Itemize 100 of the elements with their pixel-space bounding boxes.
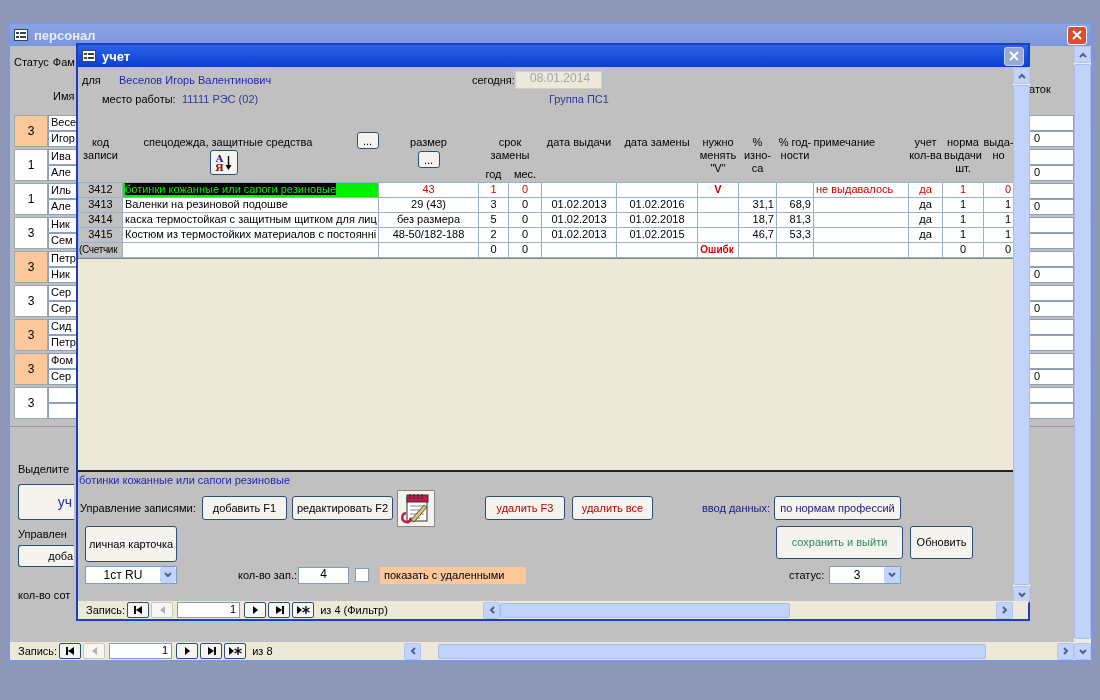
column-header: нужно менять "V" xyxy=(699,136,737,174)
record-count: из 8 xyxy=(252,644,273,658)
status-cell: 3 xyxy=(14,217,48,249)
workplace-name: 11111 РЭС (02) xyxy=(182,93,260,106)
status-cell: 3 xyxy=(14,319,48,351)
table-cell xyxy=(1029,149,1074,165)
table-cell: Сер xyxy=(48,301,78,317)
picker-button[interactable]: ... xyxy=(417,151,440,168)
table-cell: Петр xyxy=(48,335,78,351)
table-cell: 0 xyxy=(1029,301,1074,317)
column-header: учет кол-ва xyxy=(909,136,942,161)
delete-button[interactable]: удалить F3 xyxy=(485,496,565,520)
table-cell: 1 xyxy=(942,182,984,197)
table-cell: Ива xyxy=(48,149,78,165)
table-cell xyxy=(1029,217,1074,233)
table-cell xyxy=(1029,335,1074,351)
table-cell: Але xyxy=(48,199,78,215)
next-record-button[interactable] xyxy=(244,602,267,618)
last-record-icon xyxy=(273,604,286,616)
checkbox[interactable] xyxy=(355,568,369,582)
section-label: ввод данных: xyxy=(702,501,772,515)
table-cell: 0 xyxy=(508,182,542,197)
new-record-icon xyxy=(227,645,244,657)
add-button[interactable]: добавить F1 xyxy=(202,496,287,520)
sort-button[interactable]: А Я xyxy=(209,150,238,175)
label: сегодня: xyxy=(472,73,515,87)
table-cell xyxy=(48,387,78,403)
status-dropdown[interactable]: 3 xyxy=(829,566,901,584)
next-record-button[interactable] xyxy=(176,643,199,659)
column-header: Статус xyxy=(14,56,49,70)
column-header: год xyxy=(485,168,502,180)
notes-button[interactable] xyxy=(397,489,435,527)
table-cell xyxy=(1029,183,1074,199)
first-record-button[interactable] xyxy=(59,643,82,659)
save-button[interactable]: сохранить и выйти xyxy=(776,526,903,559)
arrow-down-icon xyxy=(224,154,232,171)
count-label: кол-во зап.: xyxy=(238,568,298,582)
vertical-scrollbar[interactable] xyxy=(1013,67,1030,601)
table-cell: Ник xyxy=(48,217,78,233)
status-cell: 1 xyxy=(14,183,48,215)
table-cell: Иль xyxy=(48,183,78,199)
checkbox-label: показать с удаленными xyxy=(380,566,526,584)
record-number-field[interactable]: 1 xyxy=(177,602,241,618)
window-title: персонал xyxy=(34,28,96,42)
table-cell xyxy=(1029,403,1074,419)
section-label: Управление записями: xyxy=(79,501,197,515)
table-cell: ботинки кожанные или сапоги резиновые xyxy=(122,182,379,197)
status-cell: 3 xyxy=(14,387,48,419)
employee-name: Веселов Игорь Валентинович xyxy=(119,73,273,87)
status-label: статус: xyxy=(789,568,826,582)
table-cell: Сид xyxy=(48,319,78,335)
section-label: Управлен xyxy=(18,528,67,540)
table-cell: 0 xyxy=(1029,369,1074,385)
language-dropdown[interactable]: 1ст RU xyxy=(85,566,177,584)
table-cell xyxy=(1029,285,1074,301)
record-number-field[interactable]: 1 xyxy=(109,643,173,659)
horizontal-scrollbar[interactable] xyxy=(483,601,1013,619)
chevron-right-icon xyxy=(999,605,1010,615)
first-record-button[interactable] xyxy=(127,602,150,618)
last-record-button[interactable] xyxy=(268,602,291,618)
label: для xyxy=(82,73,102,87)
vertical-scrollbar[interactable] xyxy=(1074,46,1091,660)
table-cell: Игор xyxy=(48,131,78,147)
add-button[interactable]: доба xyxy=(18,545,74,567)
window-title: учет xyxy=(102,49,131,63)
column-header: Фам xyxy=(52,56,75,70)
table-cell: Ник xyxy=(48,267,78,283)
card-button[interactable]: личная карточка xyxy=(85,526,177,562)
first-record-icon xyxy=(64,645,77,657)
norms-button[interactable]: по нормам профессий xyxy=(774,496,901,520)
column-header: примечание xyxy=(813,136,876,148)
form-icon xyxy=(14,29,28,41)
column-header: % изно-са xyxy=(743,136,771,174)
label: место работы: xyxy=(102,93,177,106)
table-cell: 0 xyxy=(983,182,1014,197)
column-header: дата замены xyxy=(624,136,690,148)
close-icon xyxy=(1009,51,1019,61)
status-cell: 3 xyxy=(14,285,48,317)
new-record-button[interactable] xyxy=(292,602,315,618)
column-header: выда-но xyxy=(983,136,1014,161)
edit-button[interactable]: редактировать F2 xyxy=(292,496,393,520)
table-cell: 1 xyxy=(478,182,509,197)
chevron-down-icon xyxy=(1016,589,1027,600)
new-record-button[interactable] xyxy=(224,643,247,659)
table-cell xyxy=(1029,353,1074,369)
delete-all-button[interactable]: удалить все xyxy=(572,496,653,520)
table-cell: Сер xyxy=(48,285,78,301)
horizontal-scrollbar[interactable] xyxy=(404,642,1074,660)
picker-button[interactable]: ... xyxy=(356,132,379,149)
table-cell xyxy=(1029,387,1074,403)
table-cell: да xyxy=(908,182,943,197)
open-button[interactable]: уч xyxy=(18,484,74,520)
close-button[interactable] xyxy=(1004,46,1024,66)
column-header: мес. xyxy=(513,168,537,180)
table-cell: 0 xyxy=(1029,131,1074,147)
refresh-button[interactable]: Обновить xyxy=(910,526,973,559)
column-header: дата выдачи xyxy=(546,136,612,148)
column-header: код записи xyxy=(83,136,118,161)
last-record-button[interactable] xyxy=(200,643,223,659)
count-field[interactable]: 4 xyxy=(298,566,349,584)
